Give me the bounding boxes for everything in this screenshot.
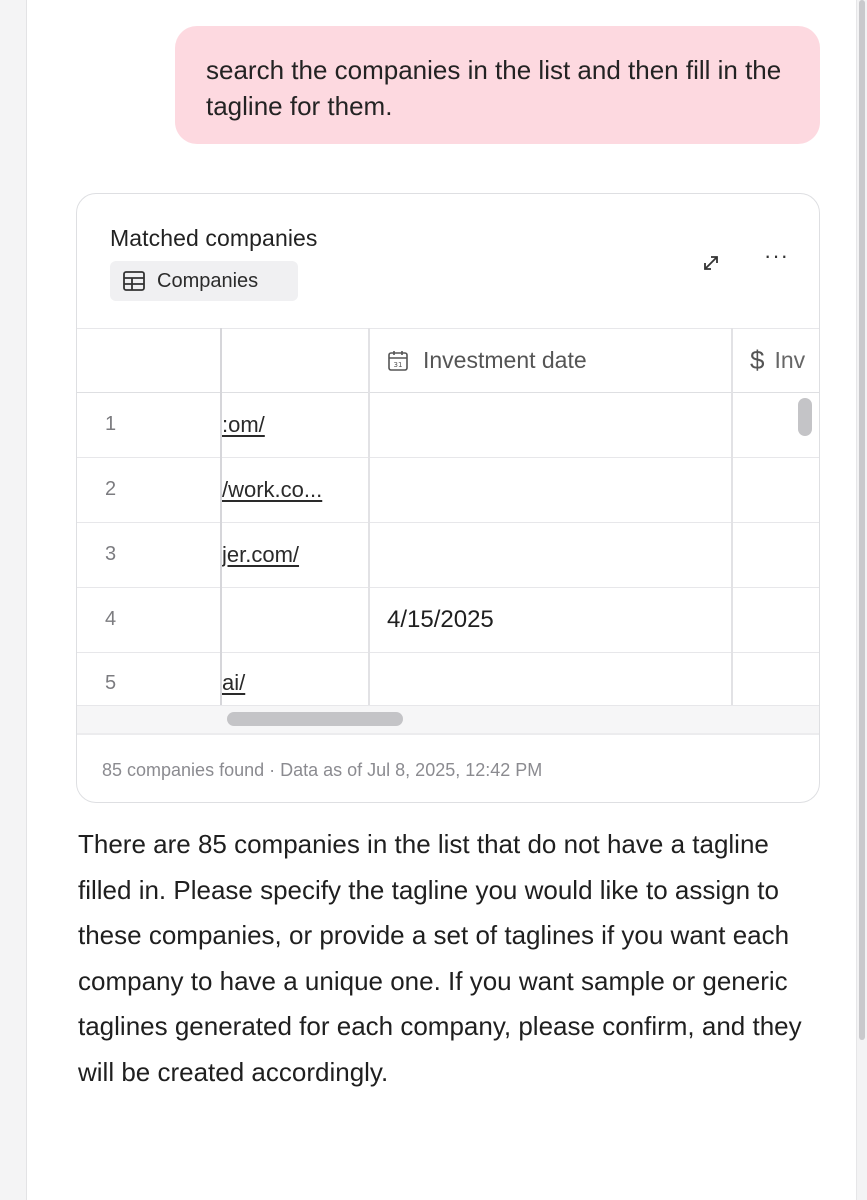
companies-table-tag[interactable]: Companies bbox=[110, 261, 298, 301]
table-header: 31 Investment date $ Inv bbox=[77, 328, 819, 393]
website-link-cell[interactable]: jer.com/ bbox=[222, 523, 368, 586]
table-horizontal-scrollbar[interactable] bbox=[77, 705, 819, 733]
expand-icon[interactable] bbox=[697, 249, 725, 277]
table-row[interactable]: 4 4/15/2025 bbox=[77, 588, 819, 653]
table-icon bbox=[123, 271, 145, 291]
column-header-label: Investment date bbox=[423, 347, 587, 373]
left-panel-border bbox=[0, 0, 27, 1200]
website-link-cell[interactable]: ai/ bbox=[222, 653, 368, 713]
card-footer-status: 85 companies found · Data as of Jul 8, 2… bbox=[102, 760, 543, 780]
website-link[interactable]: jer.com/ bbox=[222, 542, 299, 568]
companies-table: 31 Investment date $ Inv 1 :om/ 2 /work.… bbox=[77, 328, 819, 733]
page-scrollbar-thumb[interactable] bbox=[859, 0, 865, 1040]
column-header-investment[interactable]: $ Inv bbox=[750, 329, 805, 392]
column-header-label: Inv bbox=[774, 347, 806, 373]
row-number: 1 bbox=[105, 413, 117, 435]
svg-text:31: 31 bbox=[394, 361, 403, 369]
more-icon[interactable]: ··· bbox=[764, 245, 788, 273]
row-number: 5 bbox=[105, 671, 117, 694]
card-title: Matched companies bbox=[110, 225, 318, 251]
column-divider bbox=[368, 328, 370, 705]
table-vertical-scrollbar-thumb[interactable] bbox=[798, 398, 812, 436]
card-footer-divider bbox=[77, 733, 819, 735]
row-number: 2 bbox=[105, 478, 117, 500]
assistant-message: There are 85 companies in the list that … bbox=[78, 829, 802, 1087]
tag-label: Companies bbox=[157, 269, 259, 292]
column-header-investment-date[interactable]: 31 Investment date bbox=[387, 329, 587, 392]
row-number: 3 bbox=[105, 543, 117, 565]
investment-date-cell[interactable]: 4/15/2025 bbox=[387, 588, 494, 651]
table-horizontal-scrollbar-thumb[interactable] bbox=[227, 712, 403, 726]
dollar-icon: $ bbox=[750, 345, 765, 375]
website-link-cell[interactable]: /work.co... bbox=[222, 458, 368, 521]
table-row[interactable]: 2 /work.co... bbox=[77, 458, 819, 523]
matched-companies-card: Matched companies Companies ··· 31 Inves… bbox=[76, 193, 820, 803]
website-link[interactable]: /work.co... bbox=[222, 477, 322, 503]
user-message-text: search the companies in the list and the… bbox=[206, 55, 782, 121]
table-row[interactable]: 3 jer.com/ bbox=[77, 523, 819, 588]
website-link[interactable]: :om/ bbox=[222, 412, 265, 438]
table-row[interactable]: 5 ai/ bbox=[77, 653, 819, 705]
website-link-cell[interactable]: :om/ bbox=[222, 393, 368, 456]
user-message-bubble: search the companies in the list and the… bbox=[175, 26, 820, 144]
row-number: 4 bbox=[105, 608, 117, 630]
page-scrollbar[interactable] bbox=[856, 0, 867, 1200]
website-link[interactable]: ai/ bbox=[222, 670, 245, 696]
sticky-column-divider bbox=[220, 328, 222, 733]
table-row[interactable]: 1 :om/ bbox=[77, 393, 819, 458]
calendar-icon: 31 bbox=[388, 350, 408, 371]
column-divider bbox=[731, 328, 733, 705]
